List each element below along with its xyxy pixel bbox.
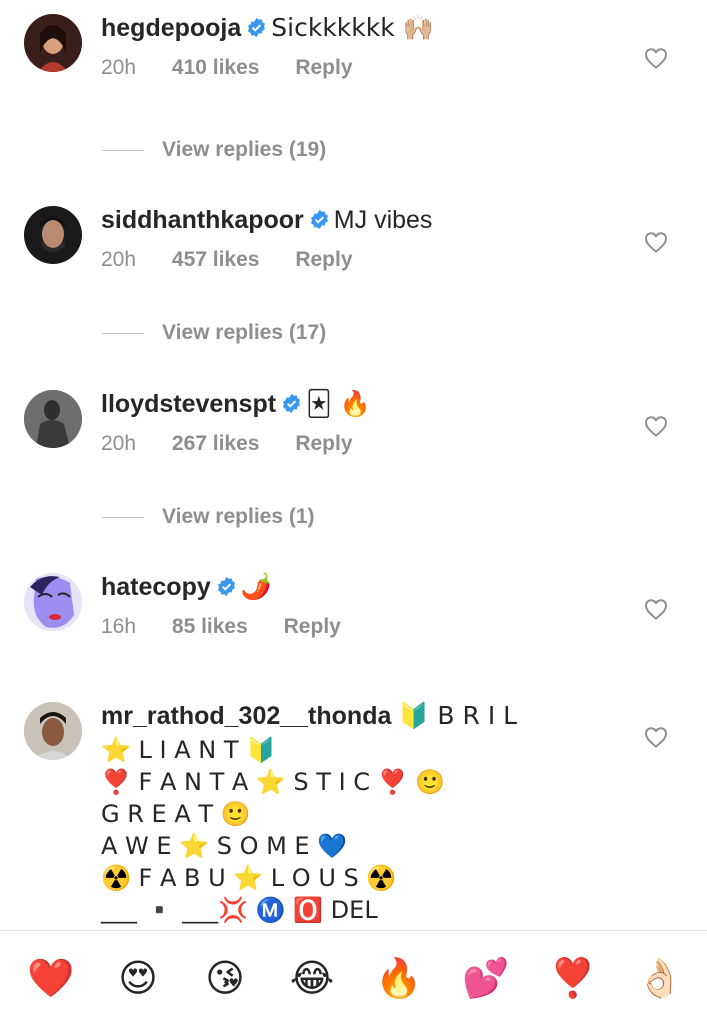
comment-content: siddhanthkapoor MJ vibes 20h 457 likes Re… — [101, 202, 641, 272]
comment-content: lloydstevenspt 🃏 🔥 20h 267 likes Reply — [101, 386, 641, 456]
reaction-ok-hand[interactable]: 👌🏻 — [635, 953, 685, 1003]
like-heart-icon[interactable] — [644, 598, 668, 620]
comment-username[interactable]: siddhanthkapoor — [101, 206, 304, 234]
comment-time: 16h — [101, 615, 137, 638]
verified-badge-icon — [248, 17, 266, 38]
comment-content: hegdepooja Sickkkkkk 🙌🏼 20h 410 likes Rep… — [101, 10, 641, 80]
comment-time: 20h — [101, 56, 137, 79]
reaction-red-heart[interactable]: ❤️ — [26, 953, 76, 1003]
comment-text-line: A W E ⭐ S O M E 💙 — [101, 832, 348, 860]
verified-badge-icon — [283, 393, 301, 414]
comment-text: 🌶️ — [240, 572, 272, 601]
comment-username[interactable]: mr_rathod_302__thonda — [101, 702, 391, 730]
verified-badge-icon — [217, 576, 235, 597]
comment-text: Sickkkkkk 🙌🏼 — [271, 13, 434, 42]
reaction-heart-exclamation[interactable]: ❣️ — [548, 953, 598, 1003]
comment-username[interactable]: hegdepooja — [101, 14, 241, 42]
avatar[interactable] — [24, 573, 82, 631]
reply-button[interactable]: Reply — [295, 248, 352, 272]
comment-username[interactable]: hatecopy — [101, 573, 211, 601]
comment-likes[interactable]: 267 likes — [172, 432, 260, 456]
reply-button[interactable]: Reply — [295, 56, 352, 80]
reaction-tears-of-joy[interactable]: 😂 — [287, 953, 337, 1003]
comment-time: 20h — [101, 432, 137, 455]
comment-time: 20h — [101, 248, 137, 271]
avatar[interactable] — [24, 390, 82, 448]
like-heart-icon[interactable] — [644, 47, 668, 69]
quick-reactions-bar: ❤️ 😍 😘 😂 🔥 💕 ❣️ 👌🏻 — [0, 930, 707, 1025]
comment-text-line: G R E A T 🙂 — [101, 800, 251, 828]
comment-text: 🃏 🔥 — [306, 389, 371, 418]
view-replies-button[interactable]: View replies (1) — [102, 505, 502, 535]
comment-text-line: 🔰 B R I L — [398, 701, 518, 730]
avatar[interactable] — [24, 702, 82, 760]
view-replies-button[interactable]: View replies (17) — [102, 321, 502, 351]
comment-likes[interactable]: 410 likes — [172, 56, 260, 80]
reaction-kiss[interactable]: 😘 — [200, 953, 250, 1003]
like-heart-icon[interactable] — [644, 231, 668, 253]
divider — [102, 149, 144, 151]
comment-text-line: ☢️ F A B U ⭐ L O U S ☢️ — [101, 864, 397, 892]
avatar[interactable] — [24, 206, 82, 264]
comment-likes[interactable]: 457 likes — [172, 248, 260, 272]
reaction-two-hearts[interactable]: 💕 — [461, 953, 511, 1003]
reply-button[interactable]: Reply — [295, 432, 352, 456]
like-heart-icon[interactable] — [644, 726, 668, 748]
view-replies-label: View replies (17) — [162, 321, 327, 344]
comment-username[interactable]: lloydstevenspt — [101, 390, 276, 418]
avatar[interactable] — [24, 14, 82, 72]
reaction-fire[interactable]: 🔥 — [374, 953, 424, 1003]
comment-text-line: ❣️ F A N T A ⭐ S T I C ❣️ 🙂 — [101, 768, 446, 796]
divider — [102, 332, 144, 334]
comment-likes[interactable]: 85 likes — [172, 615, 248, 639]
view-replies-label: View replies (19) — [162, 138, 327, 161]
comment-content: hatecopy 🌶️ 16h 85 likes Reply — [101, 569, 641, 639]
view-replies-button[interactable]: View replies (19) — [102, 138, 502, 168]
comment-text-line: ___ ▪️ ___💢 Ⓜ️ 🅾️ DEL — [101, 896, 378, 924]
verified-badge-icon — [310, 209, 328, 230]
comments-list: hegdepooja Sickkkkkk 🙌🏼 20h 410 likes Rep… — [0, 0, 707, 930]
comment-text-line: ⭐ L I A N T 🔰 — [101, 736, 277, 764]
reaction-heart-eyes[interactable]: 😍 — [113, 953, 163, 1003]
comment-content: mr_rathod_302__thonda 🔰 B R I L ⭐ L I A … — [101, 698, 641, 926]
comment-text: MJ vibes — [333, 206, 433, 234]
view-replies-label: View replies (1) — [162, 505, 315, 528]
like-heart-icon[interactable] — [644, 415, 668, 437]
divider — [102, 516, 144, 518]
reply-button[interactable]: Reply — [284, 615, 341, 639]
